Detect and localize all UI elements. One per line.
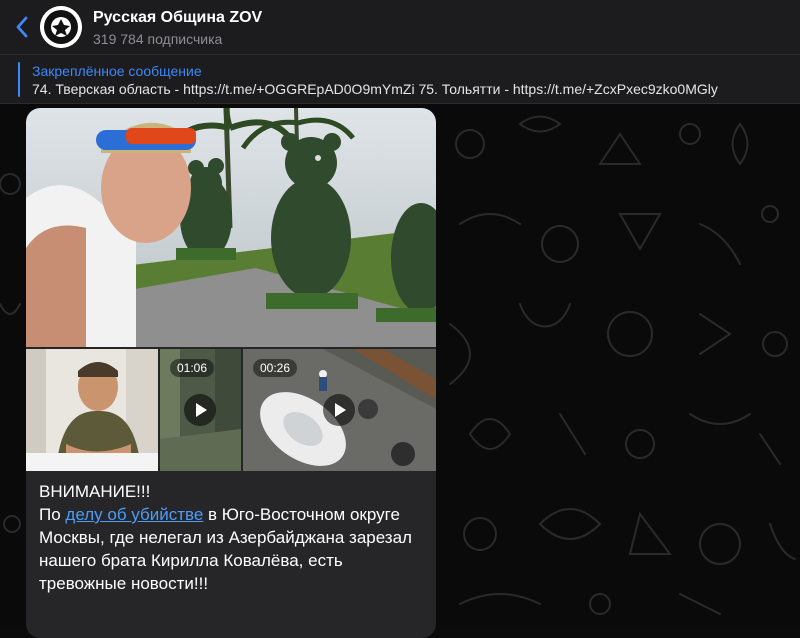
back-button[interactable] [12,14,34,40]
video-thumb[interactable]: 01:06 [160,349,241,471]
message-link[interactable]: делу об убийстве [65,505,203,524]
message-bubble: 01:06 00:26 ВНИМАНИЕ!!! По делу об убийс… [26,108,436,638]
video-duration: 00:26 [253,359,298,377]
photo-thumb[interactable] [26,349,158,471]
subscriber-count: 319 784 подписчика [93,31,223,47]
pinned-text: 74. Тверская область - https://t.me/+OGG… [32,81,718,97]
video-thumb[interactable]: 00:26 [243,349,436,471]
pinned-message[interactable]: Закреплённое сообщение 74. Тверская обла… [0,55,800,104]
pinned-title: Закреплённое сообщение [32,63,202,79]
message-text: ВНИМАНИЕ!!! По делу об убийстве в Юго-Во… [39,480,424,595]
video-duration: 01:06 [170,359,215,377]
play-icon[interactable] [323,394,355,426]
channel-logo [40,6,82,48]
message-headline: ВНИМАНИЕ!!! [39,482,151,501]
channel-avatar[interactable] [40,6,82,48]
channel-title[interactable]: Русская Община ZOV [93,9,262,27]
photo-selfie-topiary [26,108,436,347]
chevron-left-icon [16,16,28,38]
message-body-prefix: По [39,505,66,524]
chat-header: Русская Община ZOV 319 784 подписчика [0,0,800,55]
pinned-indicator [18,62,20,97]
photo-main[interactable] [26,108,436,347]
photo-portrait [26,349,158,471]
message-body: По делу об убийстве в Юго-Восточном окру… [39,503,424,595]
play-icon[interactable] [184,394,216,426]
